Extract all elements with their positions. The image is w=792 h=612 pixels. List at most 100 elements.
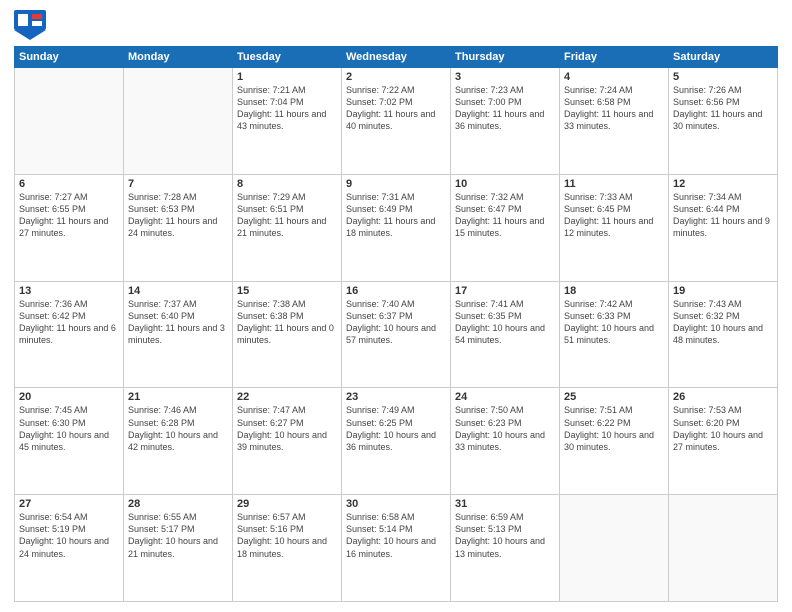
calendar-cell: 20Sunrise: 7:45 AM Sunset: 6:30 PM Dayli…	[15, 388, 124, 495]
calendar-week-3: 13Sunrise: 7:36 AM Sunset: 6:42 PM Dayli…	[15, 281, 778, 388]
calendar-cell: 25Sunrise: 7:51 AM Sunset: 6:22 PM Dayli…	[560, 388, 669, 495]
calendar-header-row: SundayMondayTuesdayWednesdayThursdayFrid…	[15, 47, 778, 68]
day-number: 14	[128, 285, 228, 297]
day-info: Sunrise: 7:36 AM Sunset: 6:42 PM Dayligh…	[19, 298, 119, 347]
day-number: 26	[673, 391, 773, 403]
day-info: Sunrise: 7:34 AM Sunset: 6:44 PM Dayligh…	[673, 191, 773, 240]
day-number: 27	[19, 498, 119, 510]
calendar-cell: 19Sunrise: 7:43 AM Sunset: 6:32 PM Dayli…	[669, 281, 778, 388]
calendar-cell: 23Sunrise: 7:49 AM Sunset: 6:25 PM Dayli…	[342, 388, 451, 495]
calendar-week-2: 6Sunrise: 7:27 AM Sunset: 6:55 PM Daylig…	[15, 174, 778, 281]
day-info: Sunrise: 7:40 AM Sunset: 6:37 PM Dayligh…	[346, 298, 446, 347]
day-info: Sunrise: 7:41 AM Sunset: 6:35 PM Dayligh…	[455, 298, 555, 347]
calendar-cell: 21Sunrise: 7:46 AM Sunset: 6:28 PM Dayli…	[124, 388, 233, 495]
calendar-cell: 11Sunrise: 7:33 AM Sunset: 6:45 PM Dayli…	[560, 174, 669, 281]
day-info: Sunrise: 7:24 AM Sunset: 6:58 PM Dayligh…	[564, 84, 664, 133]
day-info: Sunrise: 7:50 AM Sunset: 6:23 PM Dayligh…	[455, 404, 555, 453]
day-info: Sunrise: 6:54 AM Sunset: 5:19 PM Dayligh…	[19, 511, 119, 560]
calendar-cell: 27Sunrise: 6:54 AM Sunset: 5:19 PM Dayli…	[15, 495, 124, 602]
calendar-cell	[669, 495, 778, 602]
day-info: Sunrise: 6:55 AM Sunset: 5:17 PM Dayligh…	[128, 511, 228, 560]
calendar-cell: 30Sunrise: 6:58 AM Sunset: 5:14 PM Dayli…	[342, 495, 451, 602]
weekday-header-sunday: Sunday	[15, 47, 124, 68]
calendar-cell: 17Sunrise: 7:41 AM Sunset: 6:35 PM Dayli…	[451, 281, 560, 388]
day-info: Sunrise: 7:47 AM Sunset: 6:27 PM Dayligh…	[237, 404, 337, 453]
day-info: Sunrise: 6:58 AM Sunset: 5:14 PM Dayligh…	[346, 511, 446, 560]
logo-icon	[14, 10, 46, 40]
calendar-cell: 10Sunrise: 7:32 AM Sunset: 6:47 PM Dayli…	[451, 174, 560, 281]
day-number: 4	[564, 71, 664, 83]
header	[14, 10, 778, 40]
day-number: 5	[673, 71, 773, 83]
calendar-week-1: 1Sunrise: 7:21 AM Sunset: 7:04 PM Daylig…	[15, 68, 778, 175]
day-info: Sunrise: 7:49 AM Sunset: 6:25 PM Dayligh…	[346, 404, 446, 453]
day-info: Sunrise: 6:59 AM Sunset: 5:13 PM Dayligh…	[455, 511, 555, 560]
calendar-cell: 31Sunrise: 6:59 AM Sunset: 5:13 PM Dayli…	[451, 495, 560, 602]
day-info: Sunrise: 7:29 AM Sunset: 6:51 PM Dayligh…	[237, 191, 337, 240]
calendar-cell: 1Sunrise: 7:21 AM Sunset: 7:04 PM Daylig…	[233, 68, 342, 175]
day-info: Sunrise: 7:37 AM Sunset: 6:40 PM Dayligh…	[128, 298, 228, 347]
calendar-cell: 9Sunrise: 7:31 AM Sunset: 6:49 PM Daylig…	[342, 174, 451, 281]
calendar-cell: 18Sunrise: 7:42 AM Sunset: 6:33 PM Dayli…	[560, 281, 669, 388]
day-number: 13	[19, 285, 119, 297]
calendar-cell: 7Sunrise: 7:28 AM Sunset: 6:53 PM Daylig…	[124, 174, 233, 281]
day-number: 28	[128, 498, 228, 510]
day-number: 25	[564, 391, 664, 403]
weekday-header-friday: Friday	[560, 47, 669, 68]
day-number: 29	[237, 498, 337, 510]
logo	[14, 10, 50, 40]
day-info: Sunrise: 7:45 AM Sunset: 6:30 PM Dayligh…	[19, 404, 119, 453]
calendar-cell: 14Sunrise: 7:37 AM Sunset: 6:40 PM Dayli…	[124, 281, 233, 388]
calendar-week-5: 27Sunrise: 6:54 AM Sunset: 5:19 PM Dayli…	[15, 495, 778, 602]
calendar-cell: 29Sunrise: 6:57 AM Sunset: 5:16 PM Dayli…	[233, 495, 342, 602]
calendar-cell: 26Sunrise: 7:53 AM Sunset: 6:20 PM Dayli…	[669, 388, 778, 495]
calendar-cell: 5Sunrise: 7:26 AM Sunset: 6:56 PM Daylig…	[669, 68, 778, 175]
weekday-header-thursday: Thursday	[451, 47, 560, 68]
day-number: 21	[128, 391, 228, 403]
calendar-cell: 8Sunrise: 7:29 AM Sunset: 6:51 PM Daylig…	[233, 174, 342, 281]
day-info: Sunrise: 7:32 AM Sunset: 6:47 PM Dayligh…	[455, 191, 555, 240]
day-number: 8	[237, 178, 337, 190]
day-number: 10	[455, 178, 555, 190]
calendar-cell	[560, 495, 669, 602]
day-number: 19	[673, 285, 773, 297]
day-info: Sunrise: 7:51 AM Sunset: 6:22 PM Dayligh…	[564, 404, 664, 453]
day-number: 31	[455, 498, 555, 510]
day-number: 15	[237, 285, 337, 297]
day-info: Sunrise: 7:46 AM Sunset: 6:28 PM Dayligh…	[128, 404, 228, 453]
calendar-cell: 2Sunrise: 7:22 AM Sunset: 7:02 PM Daylig…	[342, 68, 451, 175]
day-number: 1	[237, 71, 337, 83]
calendar-cell: 12Sunrise: 7:34 AM Sunset: 6:44 PM Dayli…	[669, 174, 778, 281]
calendar-table: SundayMondayTuesdayWednesdayThursdayFrid…	[14, 46, 778, 602]
calendar-cell	[15, 68, 124, 175]
day-number: 2	[346, 71, 446, 83]
day-info: Sunrise: 7:21 AM Sunset: 7:04 PM Dayligh…	[237, 84, 337, 133]
calendar-cell: 16Sunrise: 7:40 AM Sunset: 6:37 PM Dayli…	[342, 281, 451, 388]
weekday-header-wednesday: Wednesday	[342, 47, 451, 68]
day-number: 9	[346, 178, 446, 190]
day-number: 22	[237, 391, 337, 403]
weekday-header-saturday: Saturday	[669, 47, 778, 68]
day-info: Sunrise: 7:42 AM Sunset: 6:33 PM Dayligh…	[564, 298, 664, 347]
day-info: Sunrise: 7:23 AM Sunset: 7:00 PM Dayligh…	[455, 84, 555, 133]
day-number: 30	[346, 498, 446, 510]
day-info: Sunrise: 7:27 AM Sunset: 6:55 PM Dayligh…	[19, 191, 119, 240]
page: SundayMondayTuesdayWednesdayThursdayFrid…	[0, 0, 792, 612]
day-info: Sunrise: 7:33 AM Sunset: 6:45 PM Dayligh…	[564, 191, 664, 240]
day-info: Sunrise: 7:43 AM Sunset: 6:32 PM Dayligh…	[673, 298, 773, 347]
day-info: Sunrise: 7:22 AM Sunset: 7:02 PM Dayligh…	[346, 84, 446, 133]
day-number: 7	[128, 178, 228, 190]
weekday-header-monday: Monday	[124, 47, 233, 68]
day-info: Sunrise: 7:53 AM Sunset: 6:20 PM Dayligh…	[673, 404, 773, 453]
calendar-cell: 13Sunrise: 7:36 AM Sunset: 6:42 PM Dayli…	[15, 281, 124, 388]
day-number: 3	[455, 71, 555, 83]
day-number: 6	[19, 178, 119, 190]
day-number: 12	[673, 178, 773, 190]
day-info: Sunrise: 7:38 AM Sunset: 6:38 PM Dayligh…	[237, 298, 337, 347]
day-info: Sunrise: 7:28 AM Sunset: 6:53 PM Dayligh…	[128, 191, 228, 240]
calendar-cell: 4Sunrise: 7:24 AM Sunset: 6:58 PM Daylig…	[560, 68, 669, 175]
day-number: 16	[346, 285, 446, 297]
calendar-cell	[124, 68, 233, 175]
day-info: Sunrise: 6:57 AM Sunset: 5:16 PM Dayligh…	[237, 511, 337, 560]
calendar-cell: 3Sunrise: 7:23 AM Sunset: 7:00 PM Daylig…	[451, 68, 560, 175]
